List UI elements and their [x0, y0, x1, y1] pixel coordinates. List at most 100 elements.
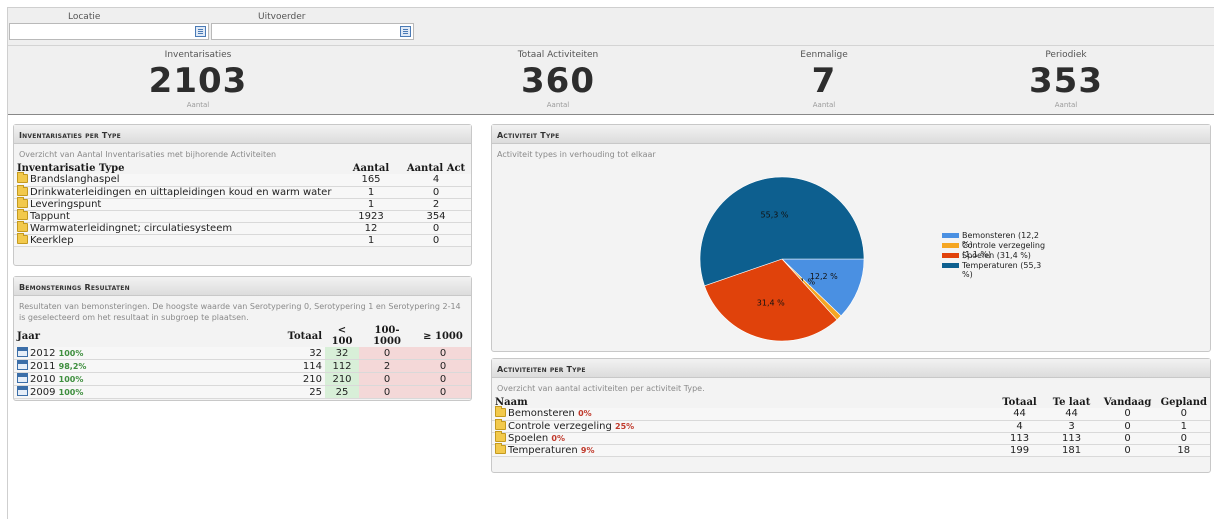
legend-label: Temperaturen (55,3 %) [962, 261, 1042, 279]
folder-icon [17, 208, 28, 220]
row-pct: 100% [58, 349, 84, 358]
col-header[interactable]: < 100 [325, 325, 359, 347]
table-row[interactable]: Warmwaterleidingnet; circulatiesysteem 12… [14, 220, 471, 235]
table-row[interactable]: Controle verzegeling 25% 4 3 0 1 [492, 418, 1210, 433]
col-header[interactable]: Vandaag [1098, 396, 1158, 408]
kpi-title: Totaal Activiteiten [517, 50, 599, 60]
table-row[interactable]: Leveringspunt 1 2 [14, 196, 471, 211]
table-row[interactable]: 2012 100% 32 32 0 0 [14, 347, 471, 360]
table-row[interactable]: 2009 100% 25 25 0 0 [14, 385, 471, 399]
folder-icon [495, 442, 506, 454]
table-header-row: Naam Totaal Te laat Vandaag Gepland [492, 396, 1210, 408]
folder-icon [17, 184, 28, 196]
kpi-totaal-activiteiten: Totaal Activiteiten 360 Aantal [468, 46, 648, 109]
row-late: 3 [1045, 420, 1098, 433]
calendar-icon [17, 347, 28, 357]
table-row[interactable]: Bemonsteren 0% 44 44 0 0 [492, 406, 1210, 421]
kpi-value: 7 [811, 61, 837, 101]
table-row[interactable]: Drinkwaterleidingen en uittapleidingen k… [14, 184, 471, 199]
row-total: 44 [993, 408, 1046, 421]
col-header[interactable]: Gepland [1158, 396, 1210, 408]
row-label: Drinkwaterleidingen en uittapleidingen k… [30, 186, 332, 198]
kpi-unit: Aantal [1054, 101, 1078, 109]
folder-icon [495, 418, 506, 430]
row-planned: 0 [1157, 432, 1210, 445]
col-header[interactable]: Inventarisatie Type [14, 162, 341, 174]
row-label: Brandslanghaspel [30, 174, 120, 186]
row-planned: 1 [1157, 420, 1210, 433]
row-planned: 0 [1157, 408, 1210, 421]
row-today: 0 [1097, 444, 1158, 457]
panel-description: Resultaten van bemonsteringen. De hoogst… [19, 302, 461, 322]
row-total: 114 [265, 359, 325, 373]
kpi-title: Periodiek [1045, 50, 1087, 60]
kpi-strip: Inventarisaties 2103 Aantal Totaal Activ… [8, 46, 1214, 115]
panel-description: Overzicht van Aantal Inventarisaties met… [19, 150, 277, 159]
table-row[interactable]: Tappunt 1923 354 [14, 208, 471, 223]
legend-swatch [942, 243, 959, 248]
legend-item[interactable]: Temperaturen (55,3 %) [942, 261, 1052, 279]
location-input[interactable] [9, 23, 209, 40]
kpi-title: Inventarisaties [164, 50, 232, 60]
filter-bar: Locatie Uitvoerder [8, 8, 1214, 46]
row-count: 1 [341, 186, 401, 199]
row-planned: 18 [1157, 444, 1210, 457]
legend-swatch [942, 233, 959, 238]
col-header[interactable]: Jaar [14, 325, 265, 347]
legend-item[interactable]: Bemonsteren (12,2 %) [942, 231, 1052, 249]
table-row[interactable]: Brandslanghaspel 165 4 [14, 172, 471, 187]
location-lookup-icon[interactable] [195, 26, 206, 37]
row-gt1000: 0 [415, 359, 471, 373]
calendar-icon [17, 373, 28, 383]
table-row[interactable]: Spoelen 0% 113 113 0 0 [492, 430, 1210, 445]
row-count: 1 [341, 198, 401, 211]
kpi-inventarisaties: Inventarisaties 2103 Aantal [108, 46, 288, 109]
row-today: 0 [1097, 408, 1158, 421]
col-header[interactable]: 100-1000 [359, 325, 415, 347]
row-year: 2010 [30, 374, 56, 385]
legend-swatch [942, 253, 959, 258]
row-gt1000: 0 [415, 385, 471, 399]
col-header[interactable]: Te laat [1046, 396, 1098, 408]
table-row[interactable]: Keerklep 1 0 [14, 232, 471, 247]
row-mid: 0 [359, 385, 415, 399]
executor-lookup-icon[interactable] [400, 26, 411, 37]
row-act: 0 [401, 234, 471, 247]
col-header[interactable]: Aantal [341, 162, 401, 174]
col-header[interactable]: Aantal Act [401, 162, 471, 174]
row-total: 113 [993, 432, 1046, 445]
table-row[interactable]: 2010 100% 210 210 0 0 [14, 372, 471, 386]
panel-title: Activiteiten per Type [492, 359, 1210, 378]
col-header[interactable]: Totaal [265, 325, 325, 347]
row-total: 25 [265, 385, 325, 399]
kpi-periodiek: Periodiek 353 Aantal [976, 46, 1156, 109]
folder-icon [17, 196, 28, 208]
pie-data-label: 55,3 % [761, 211, 789, 220]
row-count: 1923 [341, 210, 401, 223]
row-gt1000: 0 [415, 372, 471, 386]
row-label: Bemonsteren [508, 408, 575, 420]
kpi-value: 353 [1029, 61, 1103, 101]
table-row[interactable]: 2011 98,2% 114 112 2 0 [14, 359, 471, 373]
executor-input[interactable] [211, 23, 414, 40]
kpi-unit: Aantal [546, 101, 570, 109]
col-header[interactable]: ≥ 1000 [415, 325, 471, 347]
panel-title: Bemonsterings Resultaten [14, 277, 471, 296]
row-mid: 0 [359, 372, 415, 386]
col-header[interactable]: Naam [492, 396, 994, 408]
legend-item[interactable]: Spoelen (31,4 %) [942, 251, 1052, 261]
kpi-unit: Aantal [812, 101, 836, 109]
table-header-row: Jaar Totaal < 100 100-1000 ≥ 1000 [14, 325, 471, 347]
table-row[interactable]: Temperaturen 9% 199 181 0 18 [492, 442, 1210, 457]
row-mid: 0 [359, 347, 415, 360]
kpi-value: 2103 [148, 61, 248, 101]
row-total: 199 [993, 444, 1046, 457]
row-label: Leveringspunt [30, 198, 102, 210]
kpi-title: Eenmalige [800, 50, 848, 60]
col-header[interactable]: Totaal [994, 396, 1046, 408]
row-act: 4 [401, 174, 471, 187]
legend-item[interactable]: Controle verzegeling (1,1 %) [942, 241, 1052, 259]
row-count: 165 [341, 174, 401, 187]
row-pct: 25% [615, 421, 635, 431]
folder-icon [17, 172, 28, 184]
